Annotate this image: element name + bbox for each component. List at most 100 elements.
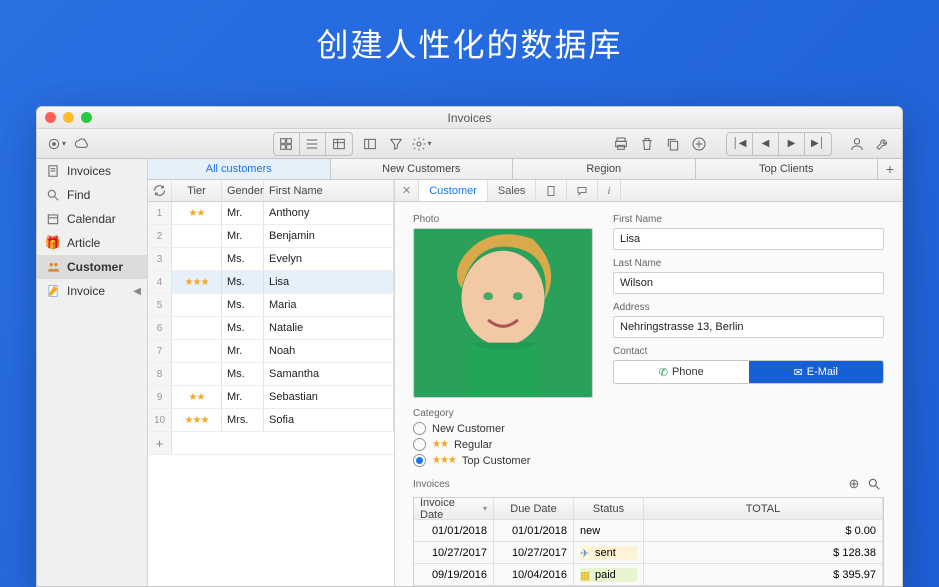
- table-row[interactable]: 2Mr.Benjamin: [148, 225, 394, 248]
- close-icon[interactable]: [45, 112, 56, 123]
- row-number: 5: [148, 294, 172, 316]
- cell-due-date: 10/04/2016: [494, 564, 574, 585]
- first-name-field[interactable]: Lisa: [613, 228, 884, 250]
- invoice-row[interactable]: 10/27/201710/27/2017✈ sent$ 128.38: [414, 542, 883, 564]
- table-row[interactable]: 8 Ms.Samantha: [148, 363, 394, 386]
- table-row[interactable]: 9★★Mr.Sebastian: [148, 386, 394, 409]
- col-status[interactable]: Status: [574, 498, 644, 519]
- invoice-row[interactable]: 01/01/201801/01/2018 new$ 0.00: [414, 520, 883, 542]
- minimize-icon[interactable]: [63, 112, 74, 123]
- sidebar-item-label: Article: [67, 236, 100, 250]
- page-icon[interactable]: [536, 180, 567, 201]
- sidebar-item-invoices[interactable]: Invoices: [37, 159, 147, 183]
- tab-new-customers[interactable]: New Customers: [331, 159, 514, 179]
- cell-gender: Ms.: [222, 363, 264, 385]
- address-field[interactable]: Nehringstrasse 13, Berlin: [613, 316, 884, 338]
- close-tab-icon[interactable]: ✕: [395, 180, 419, 201]
- sidebar-item-label: Find: [67, 188, 90, 202]
- cell-gender: Mr.: [222, 225, 264, 247]
- add-tab-button[interactable]: +: [878, 159, 902, 179]
- print-icon[interactable]: [608, 133, 634, 155]
- table-view-icon[interactable]: [326, 133, 352, 155]
- email-button[interactable]: ✉E-Mail: [749, 361, 884, 383]
- tab-region[interactable]: Region: [513, 159, 696, 179]
- sort-down-icon: ▾: [483, 504, 487, 513]
- cell-tier: [172, 225, 222, 247]
- category-option[interactable]: ★★Regular: [413, 438, 884, 451]
- email-icon: ✉: [794, 366, 803, 379]
- table-row[interactable]: 3Ms.Evelyn: [148, 248, 394, 271]
- refresh-icon[interactable]: [148, 180, 172, 201]
- sidebar-item-customer[interactable]: Customer: [37, 255, 147, 279]
- customer-photo[interactable]: [413, 228, 593, 398]
- col-inv-date[interactable]: Invoice Date▾: [414, 498, 494, 519]
- filter-icon[interactable]: [383, 133, 409, 155]
- table-row[interactable]: 4★★★Ms.Lisa: [148, 271, 394, 294]
- col-first-name[interactable]: First Name: [264, 180, 394, 201]
- star-icon: ★★: [432, 439, 448, 450]
- category-label: Top Customer: [462, 455, 530, 467]
- user-icon[interactable]: [844, 133, 870, 155]
- row-number: 1: [148, 202, 172, 224]
- info-icon[interactable]: i: [598, 180, 620, 201]
- cell-first-name: Samantha: [264, 363, 394, 385]
- row-number: 2: [148, 225, 172, 247]
- cell-gender: Ms.: [222, 294, 264, 316]
- category-option[interactable]: New Customer: [413, 422, 884, 435]
- cell-tier: [172, 363, 222, 385]
- sidebar-item-label: Invoices: [67, 164, 111, 178]
- category-option[interactable]: ★★★Top Customer: [413, 454, 884, 467]
- detail-tab-customer[interactable]: Customer: [419, 180, 488, 201]
- tab-top-clients[interactable]: Top Clients: [696, 159, 879, 179]
- cell-tier: [172, 317, 222, 339]
- inv-search-icon[interactable]: [864, 475, 884, 493]
- nav-first-icon[interactable]: │◀: [727, 133, 753, 155]
- wrench-icon[interactable]: [870, 133, 896, 155]
- cell-first-name: Sofia: [264, 409, 394, 431]
- customer-table: Tier Gender First Name 1★★Mr.Anthony2 Mr.…: [148, 180, 395, 586]
- inv-add-icon[interactable]: ⊕: [844, 475, 864, 493]
- add-icon[interactable]: [686, 133, 712, 155]
- target-icon[interactable]: ▾: [43, 133, 69, 155]
- gear-icon[interactable]: ▾: [409, 133, 435, 155]
- table-row[interactable]: 6Ms.Natalie: [148, 317, 394, 340]
- trash-icon[interactable]: [634, 133, 660, 155]
- comment-icon[interactable]: [567, 180, 598, 201]
- category-label: Category: [413, 408, 884, 419]
- grid-view-icon[interactable]: [274, 133, 300, 155]
- phone-button[interactable]: ✆Phone: [614, 361, 749, 383]
- tab-all-customers[interactable]: All customers: [148, 159, 331, 179]
- cell-gender: Ms.: [222, 271, 264, 293]
- table-row[interactable]: 5Ms.Maria: [148, 294, 394, 317]
- copy-icon[interactable]: [660, 133, 686, 155]
- cloud-icon[interactable]: [69, 133, 95, 155]
- sidebar-item-article[interactable]: 🎁Article: [37, 231, 147, 255]
- col-gender[interactable]: Gender: [222, 180, 264, 201]
- hero-title: 创建人性化的数据库: [0, 0, 939, 84]
- last-name-field[interactable]: Wilson: [613, 272, 884, 294]
- col-tier[interactable]: Tier: [172, 180, 222, 201]
- table-row[interactable]: 1★★Mr.Anthony: [148, 202, 394, 225]
- table-row[interactable]: 10★★★Mrs.Sofia: [148, 409, 394, 432]
- table-row[interactable]: 7Mr.Noah: [148, 340, 394, 363]
- row-number: 8: [148, 363, 172, 385]
- cell-tier: [172, 248, 222, 270]
- list-view-icon[interactable]: [300, 133, 326, 155]
- add-row-button[interactable]: +: [148, 432, 394, 455]
- toggle-sidebar-icon[interactable]: [357, 133, 383, 155]
- sidebar-item-invoice[interactable]: Invoice◀: [37, 279, 147, 303]
- invoice-row[interactable]: 09/19/201610/04/2016▦ paid$ 395.97: [414, 564, 883, 586]
- sidebar-item-label: Calendar: [67, 212, 116, 226]
- zoom-icon[interactable]: [81, 112, 92, 123]
- nav-prev-icon[interactable]: ◀: [753, 133, 779, 155]
- sidebar-item-find[interactable]: Find: [37, 183, 147, 207]
- table-header: Tier Gender First Name: [148, 180, 394, 202]
- sidebar-item-calendar[interactable]: Calendar: [37, 207, 147, 231]
- nav-last-icon[interactable]: ▶│: [805, 133, 831, 155]
- cell-tier: [172, 294, 222, 316]
- col-total[interactable]: TOTAL: [644, 498, 883, 519]
- nav-next-icon[interactable]: ▶: [779, 133, 805, 155]
- cell-gender: Ms.: [222, 317, 264, 339]
- col-due-date[interactable]: Due Date: [494, 498, 574, 519]
- detail-tab-sales[interactable]: Sales: [488, 180, 537, 201]
